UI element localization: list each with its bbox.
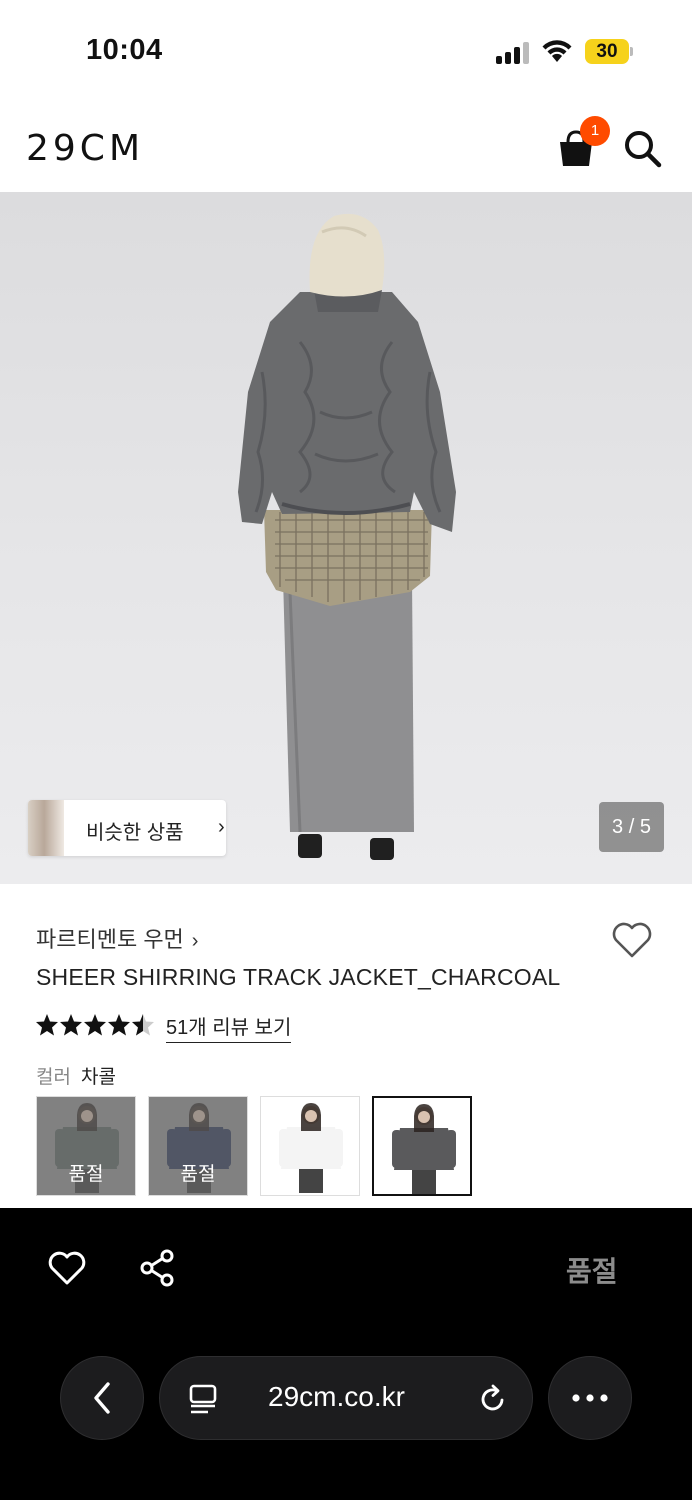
sold-out-button[interactable]: 품절: [566, 1250, 618, 1290]
rating-stars: [36, 1014, 154, 1036]
similar-products-label: 비슷한 상품: [86, 822, 184, 844]
wishlist-heart-icon[interactable]: [610, 918, 654, 962]
swatch-image: [374, 1098, 470, 1194]
sold-out-label: 품절: [180, 1164, 216, 1185]
battery-icon: 30: [585, 39, 633, 64]
cart-count-badge: 1: [580, 116, 610, 146]
more-options-button[interactable]: [548, 1356, 632, 1440]
tab-overview-icon[interactable]: [188, 1383, 218, 1415]
more-dots-icon: [572, 1394, 608, 1402]
wishlist-heart-icon[interactable]: [46, 1248, 88, 1288]
status-time: 10:04: [86, 34, 163, 66]
product-name: SHEER SHIRRING TRACK JACKET_CHARCOAL: [36, 964, 561, 990]
reload-icon[interactable]: [478, 1383, 508, 1415]
wifi-icon: [542, 40, 572, 62]
bottom-action-bar: 품절 29cm.co.kr: [0, 1208, 692, 1500]
battery-level: 30: [596, 41, 618, 62]
search-icon[interactable]: [622, 128, 662, 168]
selected-color: 차콜: [80, 1067, 116, 1088]
brand-name: 파르티멘토 우먼: [36, 927, 184, 952]
product-image-gallery[interactable]: 비슷한 상품 › 3 / 5: [0, 192, 692, 884]
url-text: 29cm.co.kr: [268, 1381, 405, 1412]
review-link[interactable]: 51개 리뷰 보기: [166, 1011, 292, 1043]
brand-link[interactable]: 파르티멘토 우먼 ›: [36, 922, 198, 954]
brand-logo[interactable]: 29CM: [26, 128, 144, 169]
star-icon: [108, 1014, 130, 1036]
chevron-left-icon: [94, 1382, 110, 1414]
status-bar: 10:04 30: [0, 0, 692, 100]
color-swatch[interactable]: [260, 1096, 360, 1196]
browser-back-button[interactable]: [60, 1356, 144, 1440]
swatch-image: [261, 1097, 359, 1195]
browser-address-bar[interactable]: 29cm.co.kr: [159, 1356, 533, 1440]
app-header: 29CM 1: [0, 100, 692, 192]
color-option-row: 컬러 차콜: [36, 1062, 116, 1089]
star-icon: [60, 1014, 82, 1036]
similar-products-button[interactable]: 비슷한 상품 ›: [28, 800, 226, 856]
cellular-signal-icon: [496, 40, 532, 64]
chevron-right-icon: ›: [218, 816, 225, 838]
star-icon: [84, 1014, 106, 1036]
color-label: 컬러: [36, 1067, 71, 1088]
star-icon: [36, 1014, 58, 1036]
share-icon[interactable]: [138, 1248, 178, 1288]
color-swatch[interactable]: [372, 1096, 472, 1196]
sold-out-label: 품절: [68, 1164, 104, 1185]
image-page-indicator: 3 / 5: [599, 802, 664, 852]
similar-product-thumbnail: [28, 800, 64, 856]
color-swatch[interactable]: 품절: [148, 1096, 248, 1196]
product-photo: [238, 213, 456, 860]
chevron-right-icon: ›: [191, 930, 199, 952]
color-swatch[interactable]: 품절: [36, 1096, 136, 1196]
